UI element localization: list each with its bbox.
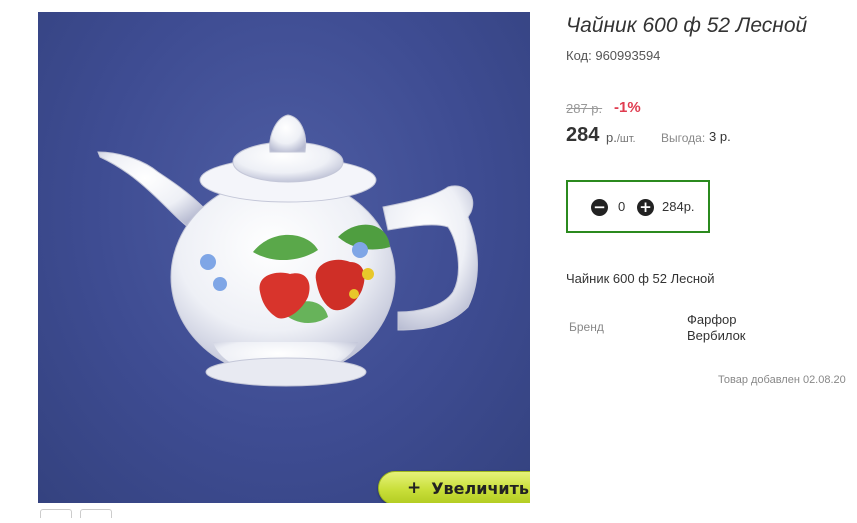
price-currency: р. [606,130,617,145]
code-value: 960993594 [595,48,661,63]
zoom-label: Увеличить [431,478,530,498]
added-date: Товар добавлен 02.08.20 [718,374,846,386]
thumbnail-strip [40,505,116,523]
zoom-button[interactable]: + Увеличить [378,471,530,503]
thumbnail[interactable] [40,509,72,518]
benefit-value: 3 р. [709,129,731,144]
quantity-stepper: − 0 + 284р. [566,180,710,233]
product-code: Код: 960993594 [566,48,660,63]
price-value: 284 [566,124,600,146]
old-price: 287 р. [566,101,603,116]
brand-label: Бренд [569,320,604,334]
product-title: Чайник 600 ф 52 Лесной [566,14,808,37]
teapot-image [97,114,478,387]
discount-badge: -1% [614,99,641,116]
quantity-total: 284р. [662,199,695,214]
code-label: Код: [566,48,592,63]
quantity-value[interactable]: 0 [618,199,625,214]
minus-icon[interactable]: − [591,199,608,216]
thumbnail[interactable] [80,509,113,518]
plus-circle-icon[interactable]: + [637,199,654,216]
benefit-label: Выгода: [661,131,706,145]
product-image[interactable]: + Увеличить [38,12,530,503]
plus-icon: + [406,478,422,498]
price-per-unit: /шт. [616,133,636,145]
price-unit: р./шт. [606,130,636,145]
brand-value[interactable]: Фарфор Вербилок [687,312,787,344]
product-description: Чайник 600 ф 52 Лесной [566,271,715,286]
